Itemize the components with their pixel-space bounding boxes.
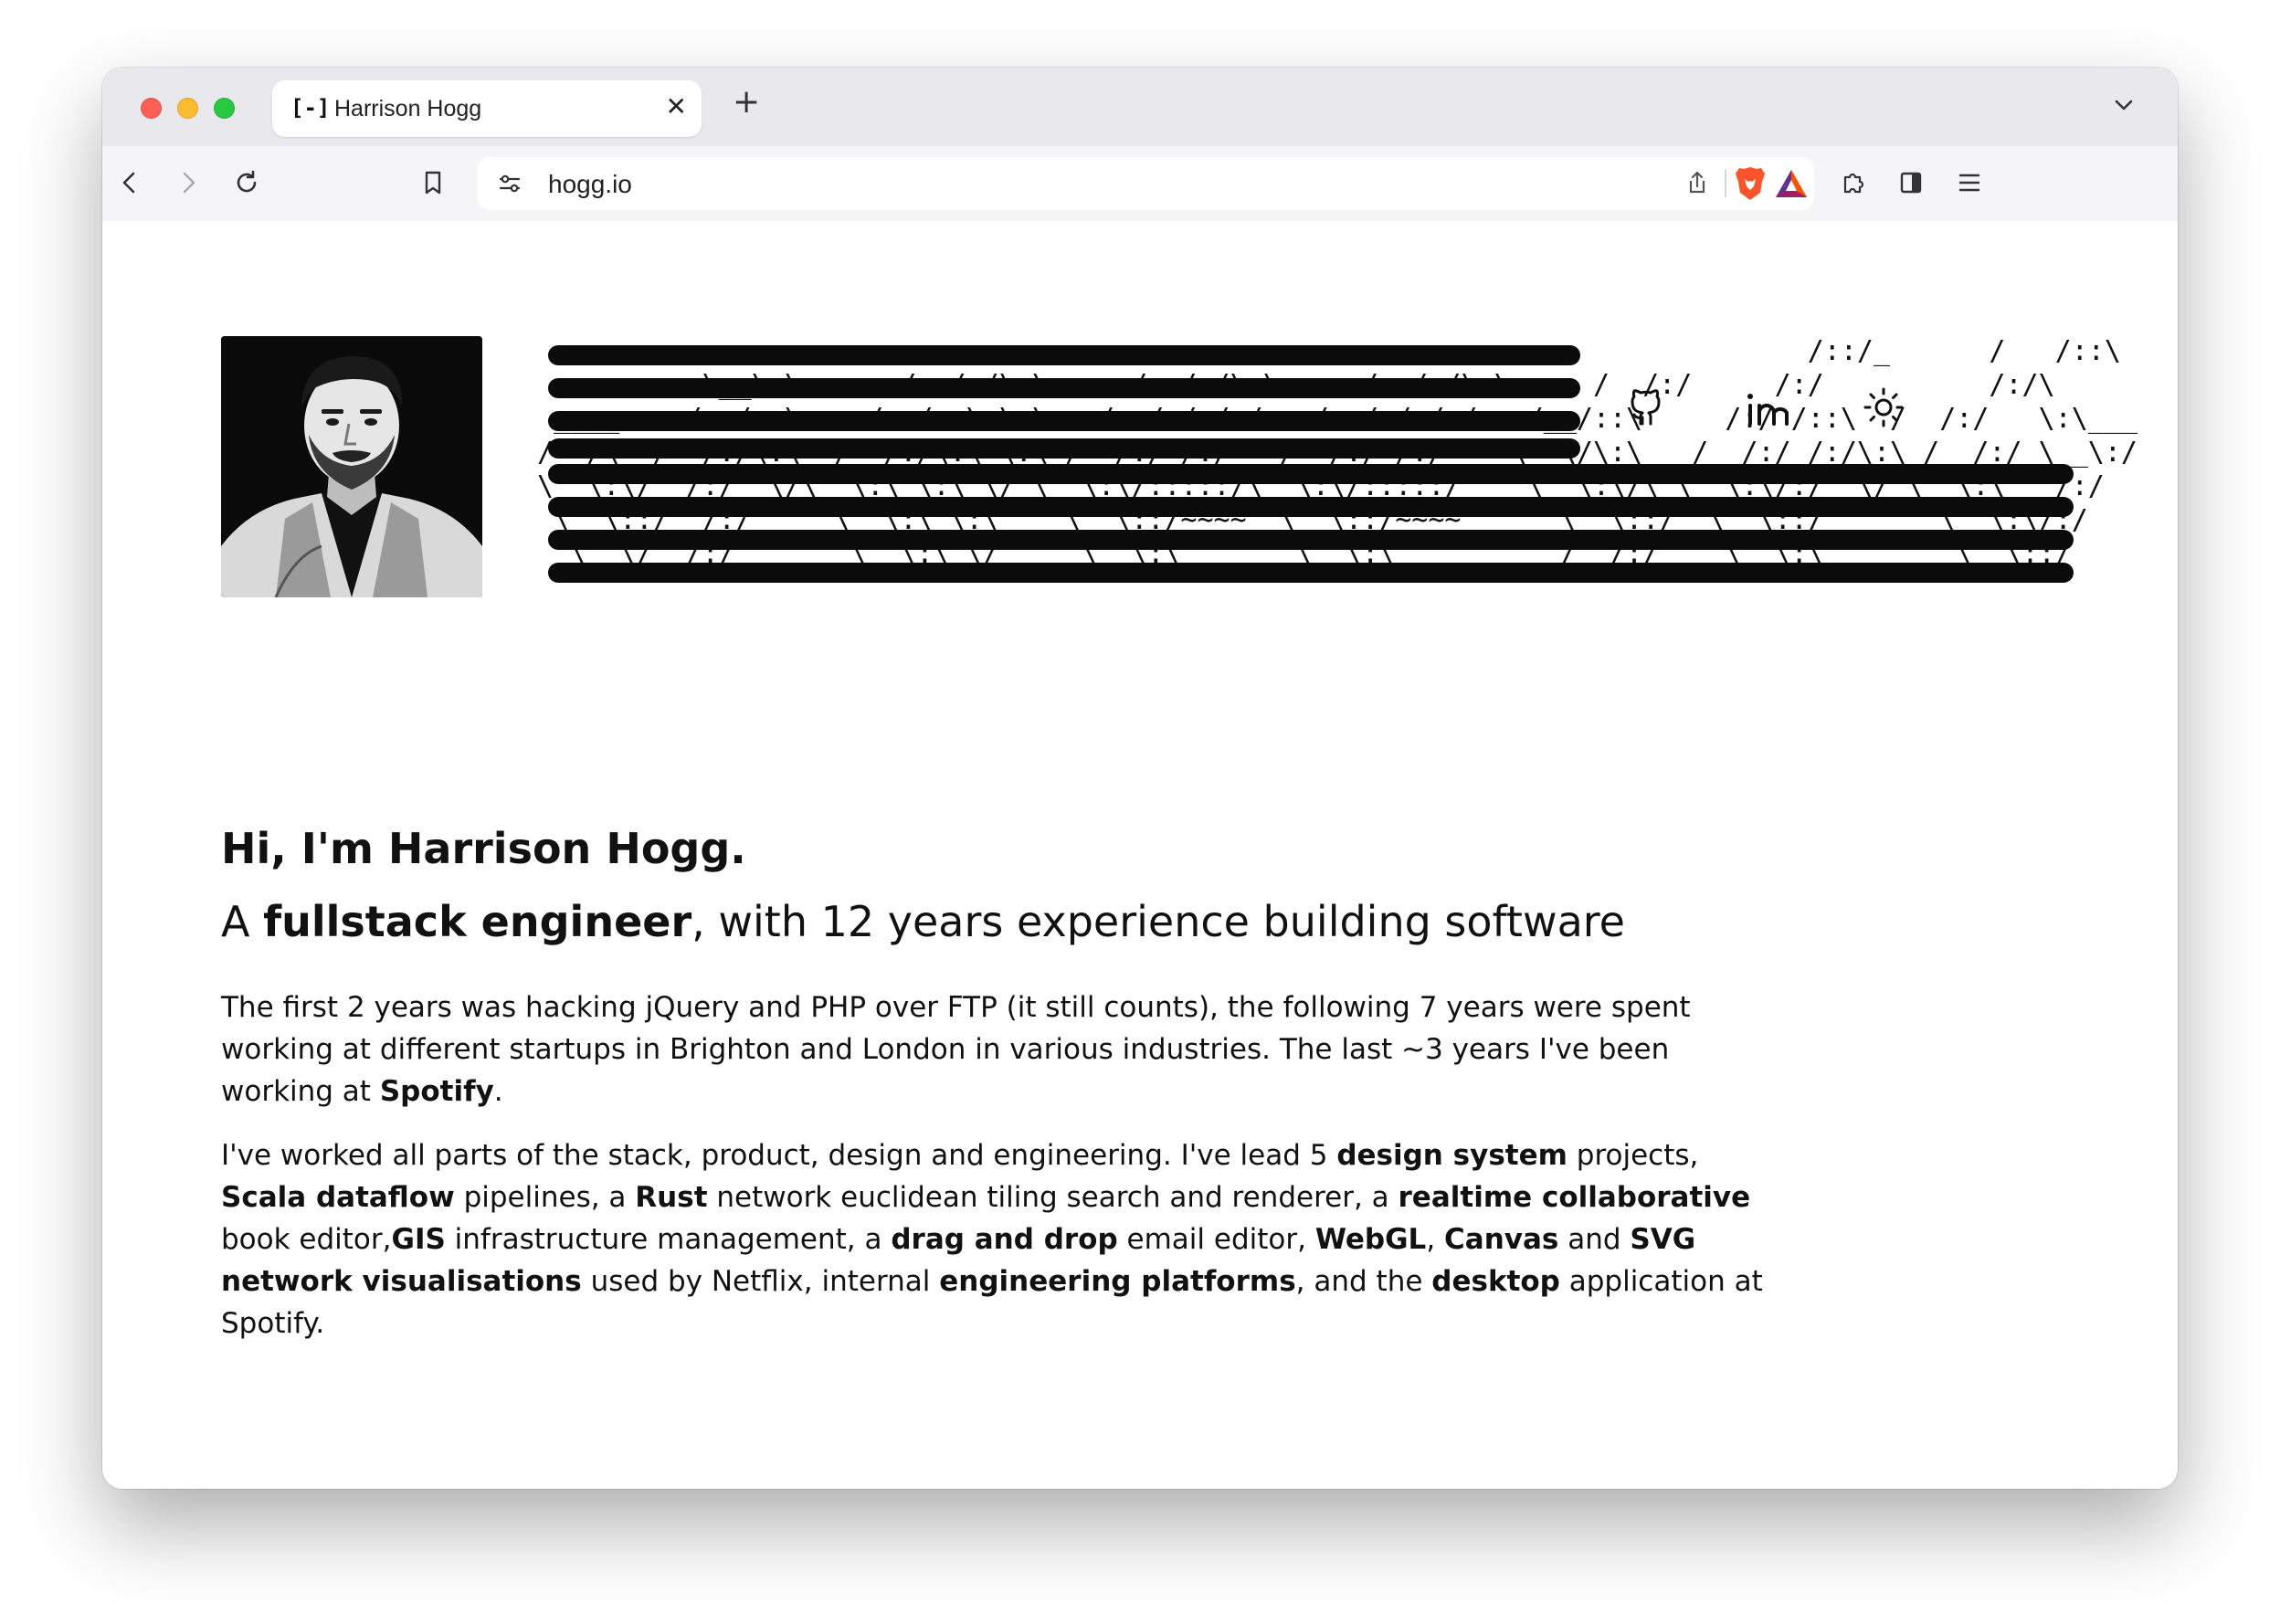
linkedin-icon[interactable]	[1741, 384, 1792, 435]
profile-photo	[221, 336, 482, 597]
back-icon[interactable]	[110, 163, 150, 203]
browser-window: [-] Harrison Hogg ✕ + hogg.io /::/_ / /:…	[102, 68, 2178, 1489]
para2-text-6: infrastructure management, a	[445, 1223, 892, 1256]
web-page: /::/_ / /::\ \__\:\ / /:/\:\ / /:/\:\ / …	[102, 221, 2178, 1489]
page-heading: Hi, I'm Harrison Hogg.	[221, 824, 746, 873]
url-text[interactable]: hogg.io	[548, 170, 632, 199]
brave-rewards-icon[interactable]	[1772, 166, 1810, 201]
extensions-icon[interactable]	[1832, 163, 1873, 203]
tagline-emphasis: fullstack engineer	[263, 897, 692, 946]
tab-title: Harrison Hogg	[334, 96, 482, 121]
para2-bold-drag-drop: drag and drop	[891, 1223, 1118, 1256]
reload-icon[interactable]	[227, 163, 267, 203]
toolbar: hogg.io	[102, 146, 2178, 222]
para2-text-2: projects,	[1567, 1139, 1699, 1172]
theme-toggle-icon[interactable]	[1858, 382, 1909, 433]
brave-shields-icon[interactable]	[1732, 164, 1768, 203]
new-tab-button[interactable]: +	[733, 86, 760, 119]
para2-bold-platforms: engineering platforms	[939, 1265, 1296, 1298]
menu-icon[interactable]	[1949, 163, 1990, 203]
redaction-bar-2	[548, 378, 1580, 398]
tagline-suffix: , with 12 years experience building soft…	[691, 897, 1625, 946]
tagline-prefix: A	[221, 897, 264, 946]
zoom-window-button[interactable]	[214, 98, 235, 119]
redaction-bar-4	[548, 438, 1580, 459]
sidebar-icon[interactable]	[1891, 163, 1931, 203]
para2-bold-gis: GIS	[391, 1223, 446, 1256]
para2-text-1: I've worked all parts of the stack, prod…	[221, 1139, 1337, 1172]
redaction-bar-1	[548, 345, 1580, 365]
para2-text-10: used by Netflix, internal	[581, 1265, 940, 1298]
tab-bar: [-] Harrison Hogg ✕ +	[102, 68, 2178, 146]
close-icon[interactable]: ✕	[666, 94, 687, 120]
experience-paragraph: I've worked all parts of the stack, prod…	[221, 1134, 1774, 1345]
address-bar[interactable]: hogg.io	[477, 157, 1814, 210]
redaction-bar-5	[548, 464, 2074, 484]
para1-text-2: .	[493, 1075, 503, 1108]
ascii-banner: /::/_ / /::\ \__\:\ / /:/\:\ / /:/\:\ / …	[537, 334, 2138, 608]
redaction-bar-6	[548, 497, 2074, 517]
para2-text-4: network euclidean tiling search and rend…	[707, 1181, 1399, 1214]
github-icon[interactable]	[1624, 384, 1675, 435]
para2-bold-realtime: realtime collaborative	[1398, 1181, 1751, 1214]
para2-bold-canvas: Canvas	[1444, 1223, 1559, 1256]
site-settings-icon[interactable]	[493, 167, 526, 200]
tab-harrison-hogg[interactable]: [-] Harrison Hogg ✕	[272, 80, 702, 137]
redaction-bar-8	[548, 563, 2074, 583]
para2-text-7: email editor,	[1117, 1223, 1315, 1256]
para2-bold-design-system: design system	[1336, 1139, 1568, 1172]
para2-bold-scala: Scala dataflow	[221, 1181, 455, 1214]
para2-bold-rust: Rust	[635, 1181, 708, 1214]
minimize-window-button[interactable]	[177, 98, 198, 119]
para2-text-11: , and the	[1295, 1265, 1432, 1298]
share-icon[interactable]	[1681, 166, 1714, 199]
redaction-bar-3	[548, 411, 1580, 431]
close-window-button[interactable]	[141, 98, 162, 119]
tab-favicon-icon: [-]	[290, 95, 331, 121]
address-separator	[1725, 170, 1726, 197]
para2-text-9: and	[1558, 1223, 1631, 1256]
intro-paragraph: The first 2 years was hacking jQuery and…	[221, 986, 1774, 1113]
para2-bold-webgl: WebGL	[1314, 1223, 1427, 1256]
para2-text-3: pipelines, a	[454, 1181, 636, 1214]
tab-list-icon[interactable]	[2110, 91, 2138, 119]
para2-bold-desktop: desktop	[1431, 1265, 1560, 1298]
bookmark-icon[interactable]	[413, 163, 453, 203]
para2-text-8: ,	[1426, 1223, 1445, 1256]
para2-text-5: book editor,	[221, 1223, 392, 1256]
redaction-bar-7	[548, 530, 2074, 550]
para1-bold-spotify: Spotify	[379, 1075, 494, 1108]
tagline: A fullstack engineer, with 12 years expe…	[221, 897, 1625, 946]
forward-icon[interactable]	[168, 163, 208, 203]
